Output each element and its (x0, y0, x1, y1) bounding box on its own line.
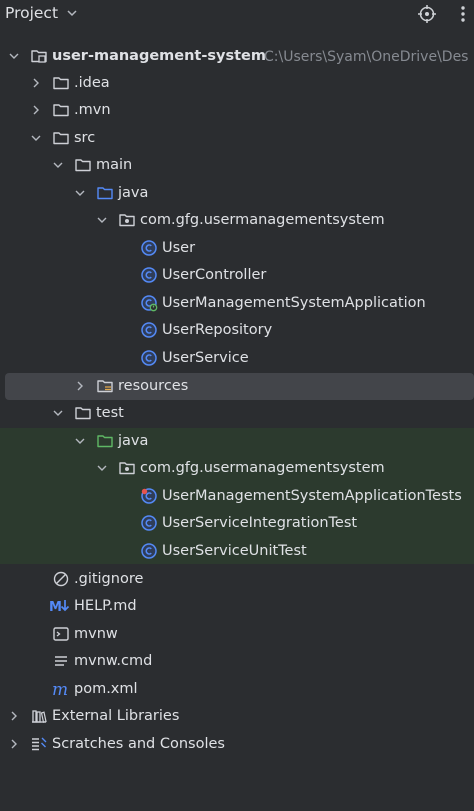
tree-node-label: main (96, 157, 133, 173)
chevron-down-icon[interactable] (96, 214, 108, 226)
tree-node-label: UserManagementSystemApplication (162, 295, 426, 311)
maven-icon: m (52, 680, 70, 698)
chevron-right-icon[interactable] (30, 77, 42, 89)
chevron-right-icon[interactable] (30, 104, 42, 116)
class-icon (140, 514, 158, 532)
class-icon (140, 321, 158, 339)
tree-node[interactable]: mvnw (0, 621, 474, 648)
tree-node-label: pom.xml (74, 681, 138, 697)
tree-node[interactable]: com.gfg.usermanagementsystem (0, 207, 474, 234)
folder-icon (52, 129, 70, 147)
class-icon (140, 239, 158, 257)
tree-node-label: com.gfg.usermanagementsystem (140, 212, 385, 228)
tree-node-label: .idea (74, 75, 110, 91)
tree-node-label: java (118, 185, 149, 201)
tree-node[interactable]: m pom.xml (0, 676, 474, 703)
libraries-icon (30, 707, 48, 725)
tree-node-label: test (96, 405, 124, 421)
test-source-folder-icon (96, 432, 114, 450)
tree-node-label: Scratches and Consoles (52, 736, 225, 752)
more-options-icon[interactable] (456, 4, 470, 24)
tree-node[interactable]: mvnw.cmd (0, 648, 474, 675)
chevron-down-icon[interactable] (96, 462, 108, 474)
test-class-icon (140, 487, 158, 505)
tree-node[interactable]: java (0, 180, 474, 207)
tree-node[interactable]: External Libraries (0, 703, 474, 730)
panel-header: Project (0, 0, 474, 30)
shell-script-icon (52, 625, 70, 643)
tree-node[interactable]: test (0, 400, 474, 427)
tree-node[interactable]: UserServiceUnitTest (0, 538, 474, 565)
tree-node[interactable]: java (0, 428, 474, 455)
tree-node-label: UserService (162, 350, 249, 366)
tree-node-label: resources (118, 378, 189, 394)
tree-node[interactable]: UserController (0, 262, 474, 289)
svg-text:M: M (49, 600, 62, 615)
class-icon (140, 266, 158, 284)
resources-folder-icon (96, 377, 114, 395)
tree-node[interactable]: UserManagementSystemApplication (0, 290, 474, 317)
chevron-down-icon[interactable] (74, 187, 86, 199)
tree-node-label: UserController (162, 267, 267, 283)
tree-node[interactable]: M HELP.md (0, 593, 474, 620)
tree-node[interactable]: user-management-system C:\Users\Syam\OneD… (0, 43, 474, 70)
tree-node-label: mvnw (74, 626, 118, 642)
tree-node[interactable]: .idea (0, 70, 474, 97)
source-folder-icon (96, 184, 114, 202)
module-path: C:\Users\Syam\OneDrive\Des (264, 49, 469, 65)
tree-node[interactable]: src (0, 125, 474, 152)
tree-node-label: java (118, 433, 149, 449)
tree-node[interactable]: .gitignore (0, 566, 474, 593)
chevron-right-icon[interactable] (8, 738, 20, 750)
tree-node[interactable]: UserManagementSystemApplicationTests (0, 483, 474, 510)
tree-node[interactable]: UserRepository (0, 317, 474, 344)
chevron-right-icon[interactable] (74, 380, 86, 392)
tree-node-label: com.gfg.usermanagementsystem (140, 460, 385, 476)
tree-node[interactable]: com.gfg.usermanagementsystem (0, 455, 474, 482)
module-folder-icon (30, 47, 48, 65)
chevron-down-icon[interactable] (8, 50, 20, 62)
scratches-icon (30, 735, 48, 753)
chevron-down-icon[interactable] (66, 7, 78, 19)
tree-node-label: UserServiceUnitTest (162, 543, 307, 559)
folder-icon (52, 101, 70, 119)
locate-file-icon[interactable] (417, 4, 437, 24)
chevron-down-icon[interactable] (52, 159, 64, 171)
tree-node-label: External Libraries (52, 708, 180, 724)
chevron-down-icon[interactable] (52, 407, 64, 419)
tree-node[interactable]: Scratches and Consoles (0, 731, 474, 758)
tree-node-label: .gitignore (74, 571, 144, 587)
tree-node[interactable]: UserServiceIntegrationTest (0, 510, 474, 537)
folder-icon (52, 74, 70, 92)
spring-boot-class-icon (140, 294, 158, 312)
tree-node[interactable]: User (0, 235, 474, 262)
text-file-icon (52, 652, 70, 670)
folder-icon (74, 156, 92, 174)
tree-node-label: UserManagementSystemApplicationTests (162, 488, 462, 504)
folder-icon (74, 404, 92, 422)
tree-node-label: src (74, 130, 96, 146)
tree-node-label: UserRepository (162, 322, 273, 338)
tree-node-label: user-management-system (52, 48, 266, 64)
package-icon (118, 459, 136, 477)
panel-title[interactable]: Project (5, 4, 58, 22)
tree-node-label: .mvn (74, 102, 111, 118)
tree-node-label: HELP.md (74, 598, 137, 614)
svg-text:m: m (52, 680, 68, 698)
tree-node[interactable]: resources (0, 373, 474, 400)
class-icon (140, 349, 158, 367)
package-icon (118, 211, 136, 229)
tree-node-label: UserServiceIntegrationTest (162, 515, 358, 531)
tree-node[interactable]: UserService (0, 345, 474, 372)
tree-node[interactable]: .mvn (0, 97, 474, 124)
tree-node[interactable]: main (0, 152, 474, 179)
class-icon (140, 542, 158, 560)
tree-node-label: mvnw.cmd (74, 653, 153, 669)
gitignore-icon (52, 570, 70, 588)
chevron-down-icon[interactable] (74, 435, 86, 447)
tree-node-label: User (162, 240, 196, 256)
markdown-icon: M (49, 597, 71, 615)
chevron-right-icon[interactable] (8, 710, 20, 722)
chevron-down-icon[interactable] (30, 132, 42, 144)
